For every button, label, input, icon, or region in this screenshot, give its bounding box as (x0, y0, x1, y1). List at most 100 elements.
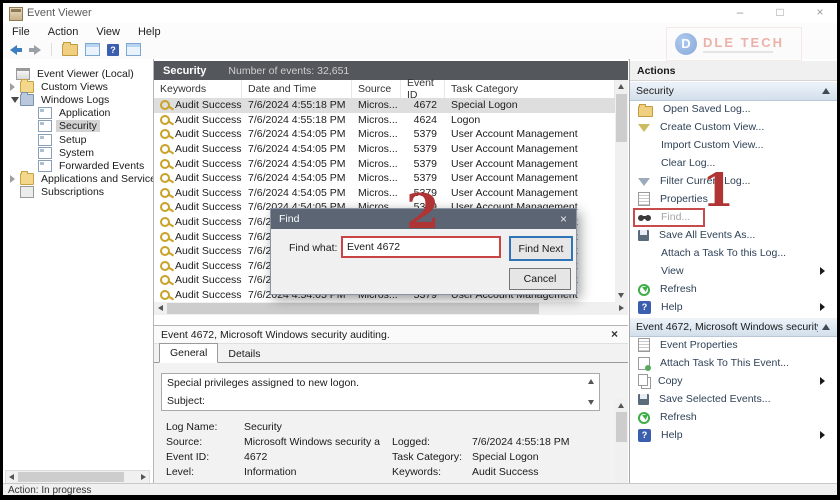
action-item[interactable]: Attach a Task To this Log... (630, 244, 837, 262)
action-item-icon (638, 157, 651, 170)
column-header-task-category[interactable]: Task Category (445, 80, 615, 98)
scroll-right-icon[interactable] (619, 305, 624, 311)
event-table-row[interactable]: Audit Success 7/6/2024 4:55:18 PM Micros… (154, 113, 615, 128)
action-item[interactable]: Help (630, 298, 837, 316)
sidebar-tree-item[interactable]: Security (3, 120, 153, 133)
table-vertical-scrollbar[interactable] (615, 80, 628, 302)
tree-node-icon (38, 134, 52, 146)
find-next-button[interactable]: Find Next (509, 236, 573, 261)
actions-section-event[interactable]: Event 4672, Microsoft Windows security a… (630, 318, 837, 337)
close-button[interactable]: × (813, 5, 827, 19)
preview-vertical-scrollbar[interactable] (615, 399, 628, 483)
action-item-icon (638, 124, 650, 132)
event-table-row[interactable]: Audit Success 7/6/2024 4:55:18 PM Micros… (154, 98, 615, 113)
action-item-label: Event Properties (660, 339, 738, 351)
actions-section-security[interactable]: Security (630, 82, 837, 101)
action-pane-icon[interactable] (126, 43, 141, 56)
sidebar-horizontal-scrollbar[interactable] (5, 470, 150, 483)
row-keywords: Audit Success (175, 128, 242, 140)
forward-arrow-icon[interactable] (29, 45, 41, 55)
scrollbar-thumb[interactable] (167, 303, 539, 314)
action-item[interactable]: Create Custom View... (630, 118, 837, 136)
tree-expander-icon[interactable] (9, 97, 20, 103)
row-task-category: User Account Management (445, 172, 615, 184)
tree-expander-icon[interactable] (9, 83, 20, 91)
action-item[interactable]: Import Custom View... (630, 136, 837, 154)
console-window-icon[interactable] (85, 43, 100, 56)
action-item[interactable]: Refresh (630, 408, 837, 426)
open-folder-icon[interactable] (62, 44, 78, 56)
action-item[interactable]: Copy (630, 372, 837, 390)
action-item[interactable]: Help (630, 426, 837, 444)
scrollbar-thumb[interactable] (616, 412, 627, 442)
scroll-down-icon[interactable] (588, 400, 594, 405)
menu-item[interactable]: Action (39, 26, 88, 38)
action-item[interactable]: Attach Task To This Event... (630, 354, 837, 372)
row-keywords: Audit Success (175, 216, 242, 228)
field-label: Event ID: (166, 451, 209, 463)
sidebar-tree-item[interactable]: Application (3, 107, 153, 120)
scroll-left-icon[interactable] (158, 305, 163, 311)
audit-key-icon (160, 202, 170, 212)
scroll-up-icon[interactable] (588, 379, 594, 384)
audit-key-icon (160, 290, 170, 300)
menu-item[interactable]: File (3, 26, 39, 38)
sidebar-tree-item[interactable]: Setup (3, 133, 153, 146)
sidebar-tree-item[interactable]: Subscriptions (3, 186, 153, 199)
action-item[interactable]: Event Properties (630, 336, 837, 354)
menu-item[interactable]: View (87, 26, 129, 38)
action-item[interactable]: Open Saved Log... (630, 100, 837, 118)
row-keywords: Audit Success (175, 158, 242, 170)
action-item-icon (638, 357, 650, 370)
collapse-icon[interactable] (822, 88, 830, 94)
row-event-id: 5379 (401, 143, 445, 155)
event-table-row[interactable]: Audit Success 7/6/2024 4:54:05 PM Micros… (154, 156, 615, 171)
event-table-row[interactable]: Audit Success 7/6/2024 4:54:05 PM Micros… (154, 186, 615, 201)
audit-key-icon (160, 100, 170, 110)
event-table-row[interactable]: Audit Success 7/6/2024 4:54:05 PM Micros… (154, 142, 615, 157)
row-datetime: 7/6/2024 4:54:05 PM (242, 172, 352, 184)
scrollbar-thumb[interactable] (18, 472, 124, 482)
event-detail-field-row: Log Name: Security (154, 421, 604, 436)
action-item-icon (638, 139, 651, 152)
scroll-left-icon[interactable] (9, 474, 14, 480)
console-tree-panel: Event Viewer (Local) Custom Views Window… (3, 59, 154, 483)
row-event-id: 5379 (401, 172, 445, 184)
scrollbar-thumb[interactable] (616, 94, 627, 142)
event-table-row[interactable]: Audit Success 7/6/2024 4:54:05 PM Micros… (154, 127, 615, 142)
help-icon[interactable]: ? (107, 44, 119, 56)
find-what-label: Find what: (289, 242, 337, 254)
event-table-row[interactable]: Audit Success 7/6/2024 4:54:05 PM Micros… (154, 171, 615, 186)
row-datetime: 7/6/2024 4:54:05 PM (242, 128, 352, 140)
sidebar-tree-item[interactable]: System (3, 146, 153, 159)
scroll-down-icon[interactable] (618, 293, 624, 298)
back-arrow-icon[interactable] (10, 45, 22, 55)
minimize-button[interactable]: – (733, 5, 747, 19)
menu-item[interactable]: Help (129, 26, 170, 38)
action-item[interactable]: Refresh (630, 280, 837, 298)
tab-details[interactable]: Details (218, 345, 270, 363)
table-horizontal-scrollbar[interactable] (154, 302, 628, 315)
maximize-button[interactable]: □ (773, 5, 787, 19)
action-item[interactable]: Save All Events As... (630, 226, 837, 244)
sidebar-tree-item[interactable]: Applications and Services Log (3, 173, 153, 186)
tab-general[interactable]: General (159, 343, 218, 363)
preview-close-icon[interactable]: × (611, 327, 618, 341)
cancel-button[interactable]: Cancel (509, 268, 571, 290)
sidebar-tree-item[interactable]: Windows Logs (3, 93, 153, 106)
event-description-box: Special privileges assigned to new logon… (161, 373, 600, 411)
scroll-up-icon[interactable] (618, 403, 624, 408)
column-header-event-id[interactable]: Event ID (401, 80, 445, 98)
collapse-icon[interactable] (822, 324, 830, 330)
scroll-right-icon[interactable] (141, 474, 146, 480)
column-header-date[interactable]: Date and Time (242, 80, 352, 98)
find-dialog-close-icon[interactable]: × (560, 212, 567, 226)
scroll-up-icon[interactable] (618, 84, 624, 89)
action-item[interactable]: Save Selected Events... (630, 390, 837, 408)
column-header-source[interactable]: Source (352, 80, 401, 98)
tree-node-icon (20, 173, 34, 185)
tree-expander-icon[interactable] (9, 175, 20, 183)
column-header-keywords[interactable]: Keywords (154, 80, 242, 98)
action-item[interactable]: View (630, 262, 837, 280)
row-keywords: Audit Success (175, 143, 242, 155)
